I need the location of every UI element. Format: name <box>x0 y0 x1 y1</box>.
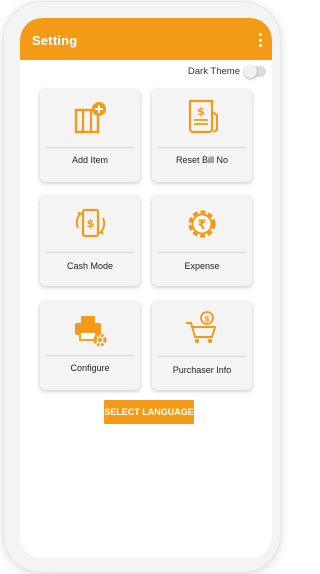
reset-bill-no-card[interactable]: $ Reset Bill No <box>152 90 252 182</box>
add-item-card[interactable]: Add Item <box>40 90 140 182</box>
dark-theme-row: Dark Theme <box>20 62 272 80</box>
overflow-menu-icon[interactable] <box>254 31 266 49</box>
svg-text:$: $ <box>204 315 210 324</box>
svg-text:$: $ <box>197 105 205 118</box>
select-language-button[interactable]: SELECT LANGUAGE <box>104 400 194 424</box>
cash-mode-label: Cash Mode <box>66 261 114 271</box>
printer-gear-icon <box>75 316 107 347</box>
add-item-icon <box>74 102 106 134</box>
expense-card[interactable]: ₹ Expense <box>152 196 252 286</box>
purchaser-info-label: Purchaser Info <box>172 365 232 375</box>
cash-mode-card[interactable]: $ Cash Mode <box>40 196 140 286</box>
card-divider <box>46 252 134 253</box>
card-divider <box>158 147 246 148</box>
card-divider <box>46 147 134 148</box>
card-divider <box>46 355 134 356</box>
svg-text:₹: ₹ <box>197 218 206 233</box>
purchaser-info-card[interactable]: $ Purchaser Info <box>152 302 252 390</box>
card-divider <box>158 356 246 357</box>
rupee-gear-icon: ₹ <box>188 210 216 238</box>
card-divider <box>158 252 246 253</box>
app-bar: Setting <box>20 18 272 60</box>
reset-bill-no-label: Reset Bill No <box>175 155 229 165</box>
configure-card[interactable]: Configure <box>40 302 140 390</box>
svg-text:$: $ <box>87 217 95 230</box>
phone-frame: Setting Dark Theme Add Item $ Reset Bill… <box>4 2 280 572</box>
expense-label: Expense <box>184 261 220 271</box>
shopping-cart-icon: $ <box>186 311 217 344</box>
cash-mode-icon: $ <box>75 208 106 238</box>
page-title: Setting <box>32 33 78 48</box>
app-screen: Setting Dark Theme Add Item $ Reset Bill… <box>20 18 272 558</box>
bill-receipt-icon: $ <box>188 99 218 134</box>
dark-theme-label: Dark Theme <box>187 66 240 77</box>
configure-label: Configure <box>70 363 110 373</box>
add-item-label: Add Item <box>71 155 109 165</box>
dark-theme-toggle[interactable] <box>244 65 266 78</box>
